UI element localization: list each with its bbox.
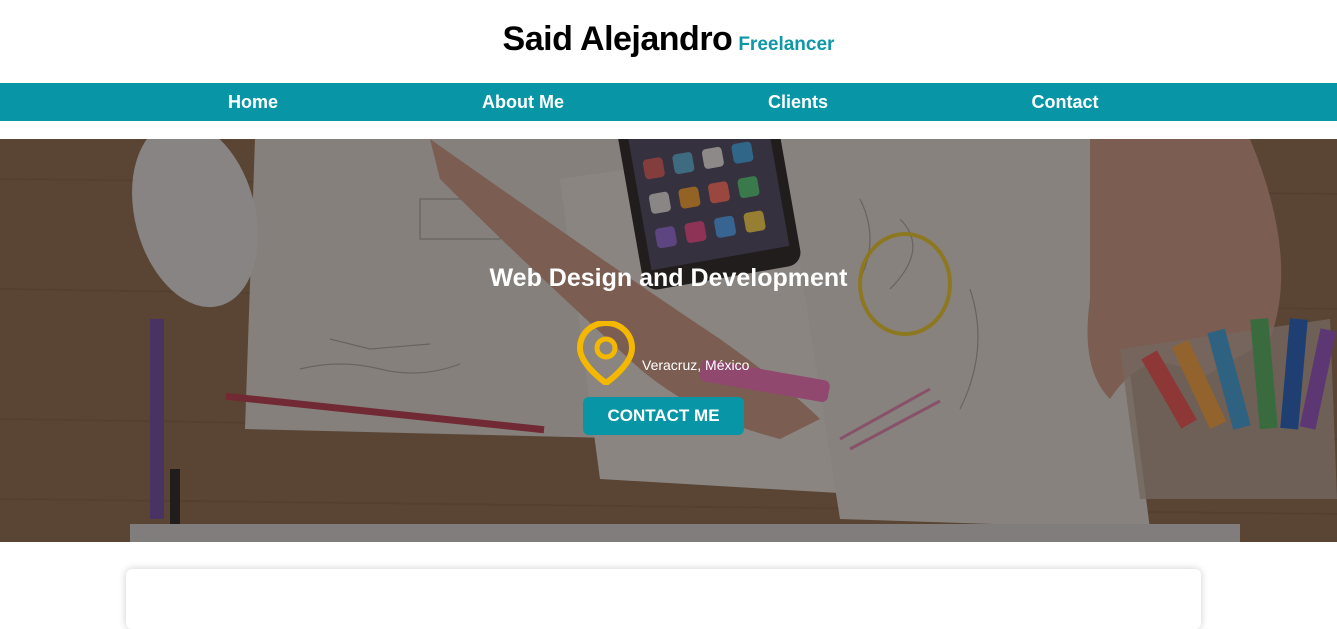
- contact-me-button[interactable]: CONTACT ME: [583, 397, 744, 435]
- hero-section: Web Design and Development Veracruz, Méx…: [0, 139, 1337, 542]
- location-text: Veracruz, México: [642, 357, 750, 373]
- content-card: [126, 569, 1201, 629]
- map-pin-icon: [577, 321, 635, 385]
- nav-item-clients[interactable]: Clients: [768, 83, 828, 121]
- nav-item-about-me[interactable]: About Me: [482, 83, 564, 121]
- site-header: Said Alejandro Freelancer: [0, 0, 1337, 83]
- hero-overlay: [0, 139, 1337, 542]
- brand: Said Alejandro Freelancer: [0, 20, 1337, 59]
- nav-item-contact[interactable]: Contact: [1032, 83, 1099, 121]
- brand-tagline: Freelancer: [738, 34, 835, 55]
- main-nav: Home About Me Clients Contact: [0, 83, 1337, 121]
- brand-name[interactable]: Said Alejandro: [503, 20, 733, 58]
- nav-item-home[interactable]: Home: [228, 83, 278, 121]
- hero-title: Web Design and Development: [489, 264, 848, 292]
